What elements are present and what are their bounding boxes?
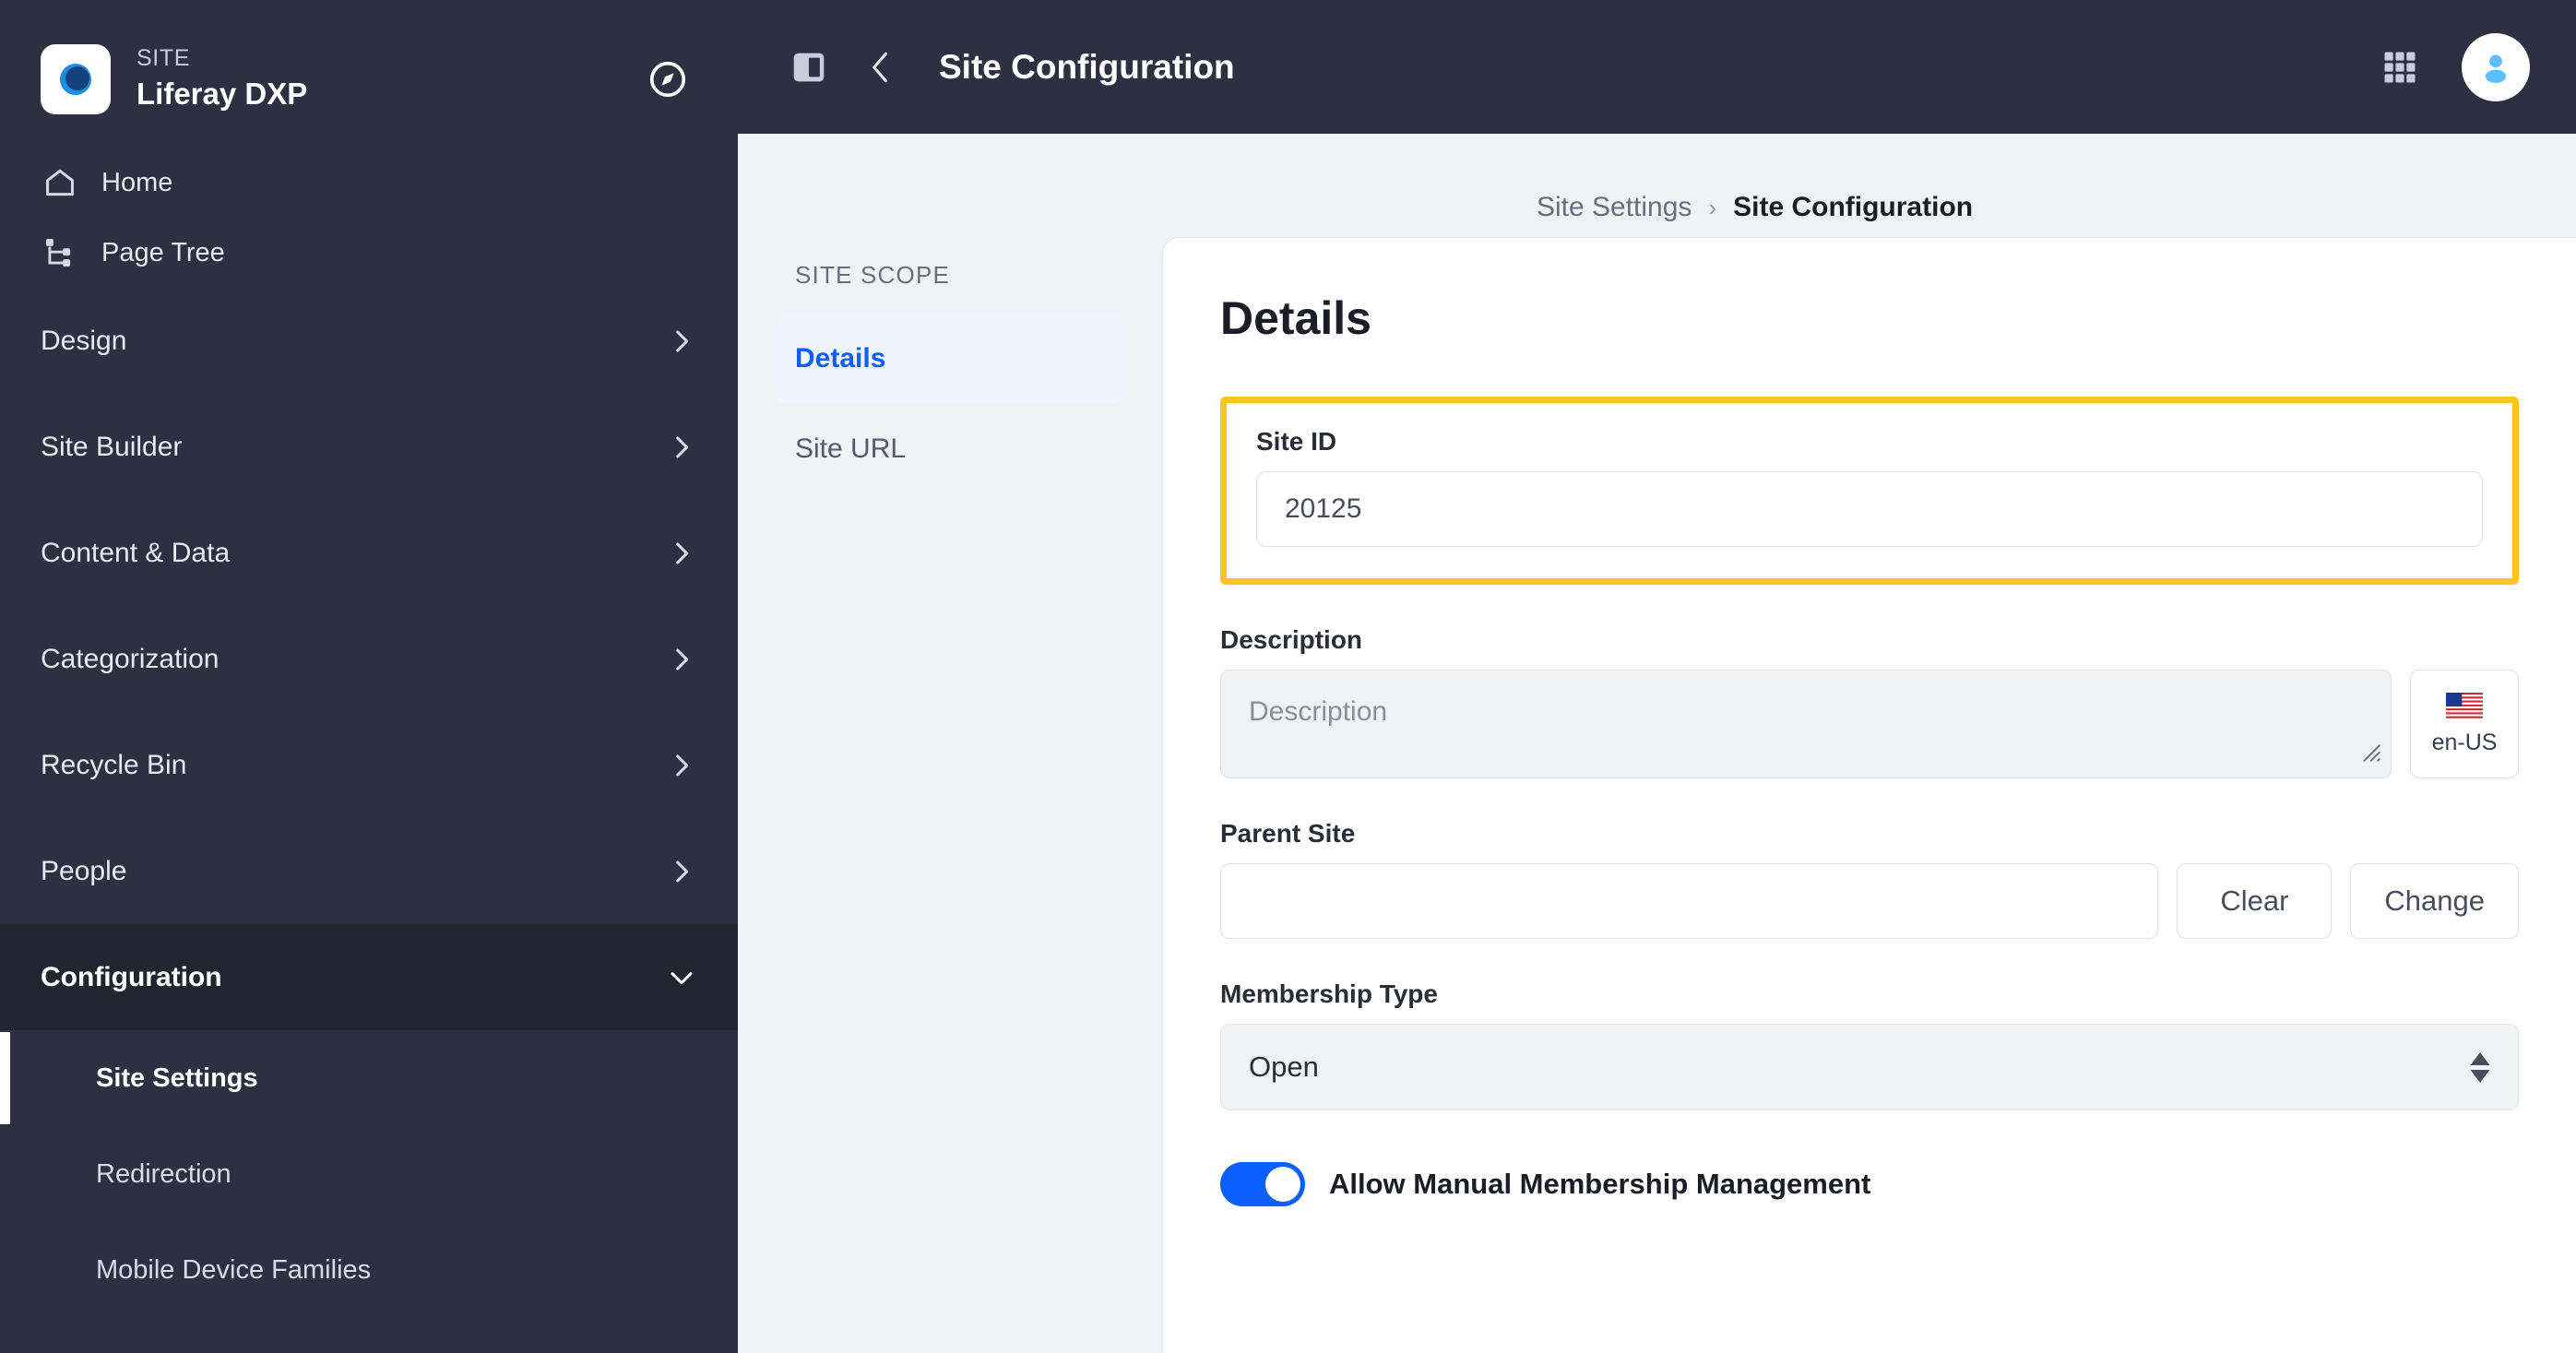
page-title: Site Configuration — [939, 47, 1235, 86]
toggle-knob — [1265, 1167, 1300, 1202]
breadcrumb-current: Site Configuration — [1733, 192, 1974, 222]
sidebar-item-page-tree-label: Page Tree — [101, 237, 225, 267]
sidebar-item-site-settings-label: Site Settings — [96, 1062, 258, 1093]
sidebar-group-recycle-bin[interactable]: Recycle Bin — [0, 712, 738, 818]
sidebar-group-content-and-data-label: Content & Data — [41, 537, 231, 568]
sidebar-toggle-icon[interactable] — [773, 31, 845, 103]
membership-type-field: Membership Type Open — [1220, 979, 2519, 1110]
description-field: Description Description en-US — [1220, 625, 2519, 778]
membership-type-label: Membership Type — [1220, 979, 1438, 1008]
details-card: Details Site ID 20125 Description Descri… — [1162, 237, 2576, 1353]
breadcrumb-separator-icon: › — [1708, 193, 1717, 221]
app-root: SITE Liferay DXP Home Page Tree Design S… — [0, 0, 2576, 1353]
description-row: Description en-US — [1220, 670, 2519, 778]
chevron-down-icon — [666, 962, 697, 993]
product-sidebar: SITE Liferay DXP Home Page Tree Design S… — [0, 0, 738, 1353]
parent-site-input[interactable] — [1220, 863, 2159, 939]
language-code-label: en-US — [2431, 729, 2498, 755]
sidebar-item-page-tree[interactable]: Page Tree — [0, 218, 738, 288]
brand-title: Liferay DXP — [137, 76, 308, 111]
page-tree-icon — [41, 235, 79, 270]
site-id-label: Site ID — [1256, 427, 1337, 456]
site-id-input[interactable]: 20125 — [1256, 471, 2483, 547]
content-region: Site Settings › Site Configuration SITE … — [738, 134, 2576, 1353]
top-bar: Site Configuration — [738, 0, 2576, 134]
details-title: Details — [1220, 292, 1371, 344]
allow-manual-membership-toggle[interactable] — [1220, 1162, 1305, 1206]
sidebar-navigation: Home Page Tree Design Site Builder Conte… — [0, 129, 738, 1318]
chevron-right-icon — [666, 644, 697, 675]
sidebar-brand: SITE Liferay DXP — [0, 0, 738, 129]
sidebar-item-mobile-device-families[interactable]: Mobile Device Families — [0, 1222, 738, 1318]
main-pane: Site Configuration Site Settings › Site … — [738, 0, 2576, 1353]
sidebar-group-content-and-data[interactable]: Content & Data — [0, 500, 738, 606]
clear-button[interactable]: Clear — [2177, 863, 2333, 939]
sidebar-item-home-label: Home — [101, 167, 173, 197]
subnav-item-details-label: Details — [795, 343, 886, 374]
sidebar-group-recycle-bin-label: Recycle Bin — [41, 749, 187, 780]
sidebar-group-people[interactable]: People — [0, 818, 738, 924]
parent-site-label: Parent Site — [1220, 819, 1356, 848]
brand-text-block: SITE Liferay DXP — [137, 44, 638, 113]
site-scope-subnav: SITE SCOPE Details Site URL — [738, 237, 1162, 1353]
language-selector-button[interactable]: en-US — [2410, 670, 2519, 778]
sidebar-group-configuration[interactable]: Configuration — [0, 924, 738, 1030]
sidebar-group-configuration-label: Configuration — [41, 961, 222, 992]
sidebar-group-site-builder[interactable]: Site Builder — [0, 394, 738, 500]
sidebar-group-design-label: Design — [41, 325, 127, 356]
chevron-right-icon — [666, 432, 697, 463]
subnav-item-site-url[interactable]: Site URL — [775, 404, 1125, 494]
parent-site-field: Parent Site Clear Change — [1220, 819, 2519, 939]
sidebar-item-redirection-label: Redirection — [96, 1158, 231, 1189]
sidebar-item-site-settings[interactable]: Site Settings — [0, 1030, 738, 1126]
sidebar-item-redirection[interactable]: Redirection — [0, 1126, 738, 1222]
chevron-right-icon — [666, 538, 697, 569]
chevron-right-icon — [666, 326, 697, 357]
us-flag-icon — [2446, 692, 2483, 723]
sidebar-item-mobile-device-families-label: Mobile Device Families — [96, 1254, 372, 1285]
select-stepper-icon — [2470, 1051, 2490, 1083]
description-input[interactable]: Description — [1220, 670, 2392, 778]
membership-type-select[interactable]: Open — [1220, 1024, 2519, 1110]
compass-icon[interactable] — [638, 50, 697, 109]
sidebar-group-site-builder-label: Site Builder — [41, 431, 183, 462]
description-label: Description — [1220, 625, 1363, 654]
change-button[interactable]: Change — [2350, 863, 2519, 939]
liferay-logo-icon — [41, 44, 111, 114]
brand-eyebrow: SITE — [137, 45, 190, 72]
site-id-highlight-box: Site ID 20125 — [1220, 397, 2519, 585]
sidebar-group-people-label: People — [41, 855, 127, 886]
parent-site-row: Clear Change — [1220, 863, 2519, 939]
sidebar-group-categorization-label: Categorization — [41, 643, 220, 674]
resize-grip-icon[interactable] — [2358, 740, 2382, 771]
allow-manual-membership-row: Allow Manual Membership Management — [1220, 1162, 2519, 1206]
back-button[interactable] — [845, 31, 917, 103]
chevron-right-icon — [666, 750, 697, 781]
sidebar-group-categorization[interactable]: Categorization — [0, 606, 738, 712]
body-row: SITE SCOPE Details Site URL Details Site… — [738, 237, 2576, 1353]
home-icon — [41, 165, 79, 200]
sidebar-group-design[interactable]: Design — [0, 288, 738, 394]
subnav-heading: SITE SCOPE — [795, 261, 951, 289]
subnav-item-site-url-label: Site URL — [795, 433, 907, 464]
allow-manual-membership-label: Allow Manual Membership Management — [1329, 1168, 1871, 1200]
membership-type-value: Open — [1249, 1050, 1319, 1083]
sidebar-item-home[interactable]: Home — [0, 148, 738, 218]
breadcrumb: Site Settings › Site Configuration — [738, 134, 2576, 237]
subnav-item-details[interactable]: Details — [775, 314, 1125, 404]
grid-apps-icon[interactable] — [2364, 31, 2436, 103]
chevron-right-icon — [666, 856, 697, 887]
breadcrumb-site-settings[interactable]: Site Settings — [1537, 192, 1692, 223]
user-avatar-icon[interactable] — [2462, 32, 2530, 101]
